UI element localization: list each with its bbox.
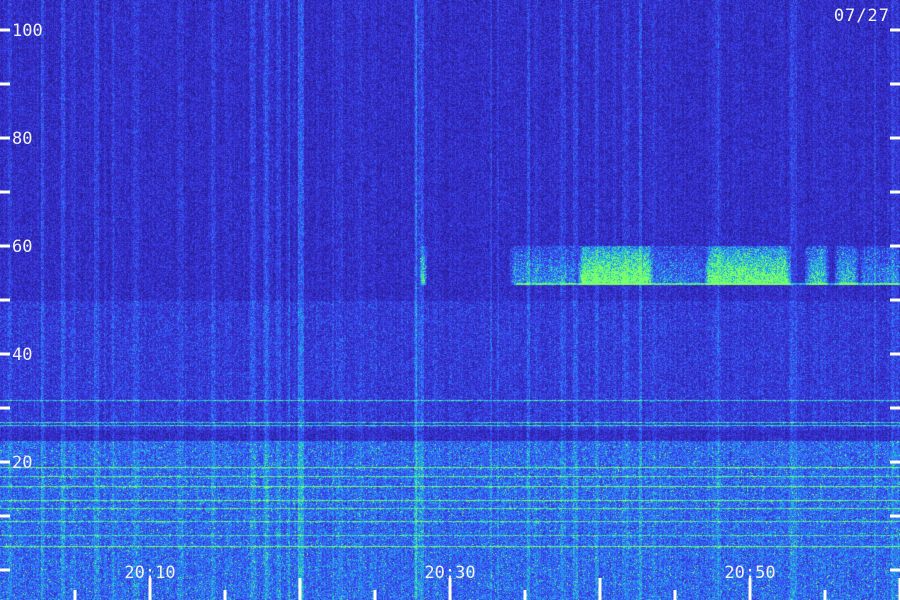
x-tick-label: 20:30 xyxy=(424,563,475,583)
x-tick-label: 20:10 xyxy=(124,563,175,583)
x-tick-label: 20:50 xyxy=(724,563,775,583)
y-tick-label: 40 xyxy=(12,345,32,365)
y-tick-label: 80 xyxy=(12,129,32,149)
axes-overlay: 100 80 60 40 20 20:10 20:30 20:50 xyxy=(0,21,900,600)
y-axis-left: 100 80 60 40 20 xyxy=(0,21,43,572)
y-axis-right xyxy=(890,28,900,572)
date-label: 07/27 xyxy=(833,6,890,26)
y-tick-label: 60 xyxy=(12,237,32,257)
y-tick-label: 20 xyxy=(12,453,32,473)
x-axis: 20:10 20:30 20:50 xyxy=(73,563,900,600)
y-tick-label: 100 xyxy=(12,21,43,41)
